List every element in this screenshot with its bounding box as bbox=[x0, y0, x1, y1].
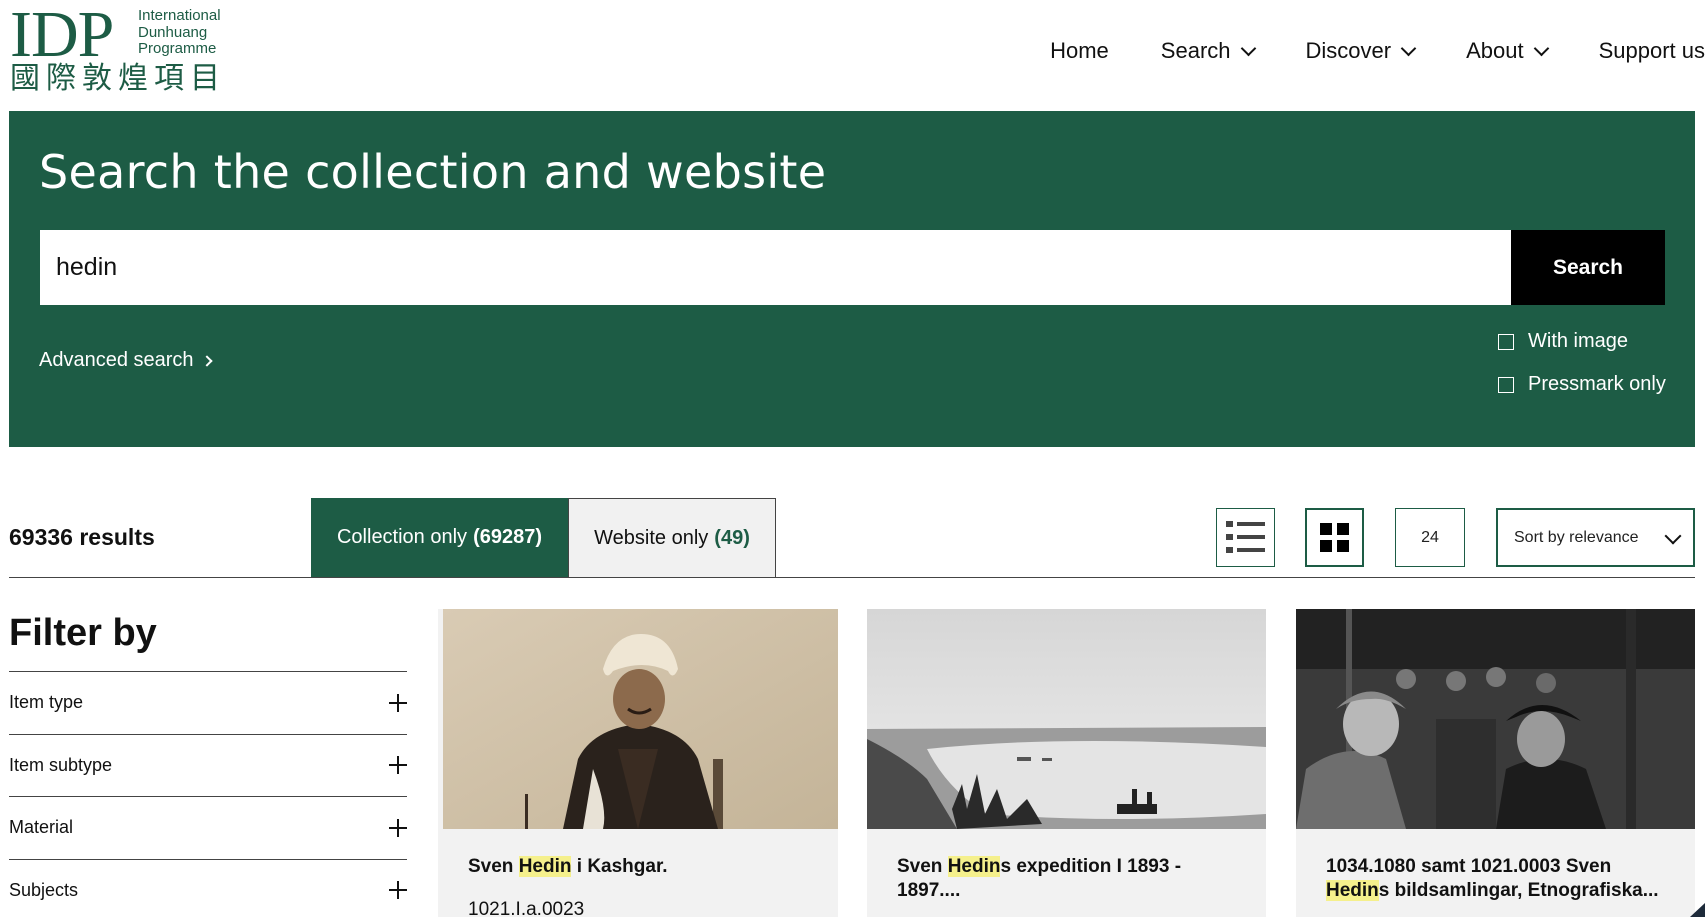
tab-collection-label: Collection only bbox=[336, 526, 468, 548]
result-title[interactable]: Sven Hedin i Kashgar. bbox=[468, 855, 813, 879]
logo-line-1: International bbox=[138, 7, 221, 24]
filter-label: Material bbox=[9, 817, 74, 838]
filter-item-subtype[interactable]: Item subtype bbox=[9, 733, 407, 797]
search-panel: Search the collection and website Search… bbox=[9, 111, 1695, 447]
landscape-photo bbox=[867, 609, 1266, 829]
filter-label: Subjects bbox=[9, 879, 79, 900]
pressmark-only-checkbox[interactable]: Pressmark only bbox=[1498, 373, 1666, 396]
corner-triangle-icon bbox=[1690, 903, 1705, 917]
tab-website-only[interactable]: Website only (49) bbox=[568, 498, 776, 577]
tab-collection-count: (69287) bbox=[473, 526, 542, 548]
nav-search[interactable]: Search bbox=[1160, 38, 1256, 64]
plus-icon bbox=[389, 818, 407, 837]
list-view-button[interactable] bbox=[1216, 508, 1275, 567]
filter-subjects[interactable]: Subjects bbox=[9, 858, 407, 917]
search-highlight: Hedin bbox=[1326, 880, 1379, 901]
list-view-icon bbox=[1226, 521, 1265, 553]
nav-search-label: Search bbox=[1160, 38, 1231, 63]
nav-about[interactable]: About bbox=[1466, 38, 1549, 64]
site-header: IDP International Dunhuang Programme 國際敦… bbox=[0, 0, 1705, 110]
logo-line-2: Dunhuang bbox=[138, 23, 208, 41]
plus-icon bbox=[389, 693, 407, 712]
nav-support-label: Support us bbox=[1598, 38, 1705, 63]
logo-chinese: 國際敦煌項目 bbox=[10, 62, 226, 95]
result-card[interactable]: 1034.1080 samt 1021.0003 Sven Hedins bil… bbox=[1296, 609, 1695, 917]
title-text: Sven bbox=[468, 856, 519, 877]
sort-select[interactable]: Sort by relevance bbox=[1496, 508, 1695, 567]
logo-subtitle: International Dunhuang Programme bbox=[138, 7, 248, 58]
logo-wordmark: IDP bbox=[10, 0, 114, 71]
chevron-down-icon bbox=[1533, 40, 1549, 56]
nav-support[interactable]: Support us bbox=[1599, 38, 1705, 64]
title-text: 1034.1080 samt 1021.0003 Sven bbox=[1326, 856, 1612, 877]
title-text: i Kashgar. bbox=[571, 856, 668, 877]
plus-icon bbox=[389, 881, 407, 900]
title-text: s bildsamlingar, Etnografiska... bbox=[1378, 880, 1659, 901]
checkbox-box[interactable] bbox=[1498, 333, 1514, 350]
filter-material[interactable]: Material bbox=[9, 796, 407, 859]
result-image[interactable] bbox=[1296, 609, 1695, 829]
results-per-page-select[interactable]: 24 bbox=[1395, 508, 1465, 567]
filter-label: Item subtype bbox=[9, 754, 113, 775]
chevron-down-icon bbox=[1664, 527, 1682, 545]
results-toolbar: 69336 results Collection only (69287) We… bbox=[9, 498, 1695, 578]
group-photo bbox=[1296, 609, 1695, 829]
pressmark-only-label: Pressmark only bbox=[1528, 373, 1666, 395]
sort-label: Sort by relevance bbox=[1514, 528, 1639, 546]
search-highlight: Hedin bbox=[947, 856, 1001, 877]
title-text: Sven bbox=[897, 856, 948, 877]
filter-item-type[interactable]: Item type bbox=[9, 671, 407, 734]
nav-discover-label: Discover bbox=[1305, 38, 1392, 63]
nav-home-label: Home bbox=[1050, 38, 1109, 63]
nav-about-label: About bbox=[1466, 38, 1524, 63]
grid-view-icon bbox=[1320, 523, 1349, 552]
filter-list: Item type Item subtype Material Subjects bbox=[9, 671, 407, 917]
chevron-down-icon bbox=[1240, 40, 1256, 56]
nav-home[interactable]: Home bbox=[1050, 38, 1109, 64]
result-card[interactable]: Sven Hedin i Kashgar. 1021.I.a.0023 bbox=[438, 609, 838, 917]
search-panel-title: Search the collection and website bbox=[39, 145, 827, 199]
chevron-down-icon bbox=[1400, 40, 1417, 56]
search-input[interactable] bbox=[40, 230, 1511, 305]
result-title[interactable]: Sven Hedins expedition I 1893 - 1897.... bbox=[897, 855, 1242, 903]
result-image[interactable] bbox=[867, 609, 1266, 829]
advanced-search-link[interactable]: Advanced search bbox=[39, 349, 213, 372]
advanced-search-label: Advanced search bbox=[39, 349, 194, 371]
plus-icon bbox=[389, 756, 407, 775]
result-pressmark: 1021.I.a.0023 bbox=[468, 899, 585, 917]
tab-collection-only[interactable]: Collection only (69287) bbox=[311, 498, 568, 577]
results-count: 69336 results bbox=[9, 524, 155, 550]
logo-line-3: Programme bbox=[138, 40, 217, 57]
with-image-checkbox[interactable]: With image bbox=[1498, 330, 1628, 353]
chevron-right-icon bbox=[200, 354, 213, 367]
idp-logo[interactable]: IDP International Dunhuang Programme 國際敦… bbox=[10, 0, 240, 96]
search-highlight: Hedin bbox=[518, 856, 572, 877]
portrait-photo bbox=[443, 609, 838, 829]
result-card[interactable]: Sven Hedins expedition I 1893 - 1897.... bbox=[867, 609, 1266, 917]
result-image[interactable] bbox=[443, 609, 838, 829]
tab-website-label: Website only bbox=[594, 526, 709, 549]
with-image-label: With image bbox=[1528, 330, 1629, 352]
tab-website-count: (49) bbox=[714, 526, 750, 549]
result-title[interactable]: 1034.1080 samt 1021.0003 Sven Hedins bil… bbox=[1326, 855, 1671, 903]
filter-label: Item type bbox=[9, 692, 84, 713]
grid-view-button[interactable] bbox=[1305, 508, 1364, 567]
nav-discover[interactable]: Discover bbox=[1305, 38, 1417, 64]
search-button[interactable]: Search bbox=[1511, 230, 1665, 305]
main-nav: Home Search Discover About Support us bbox=[998, 34, 1705, 68]
checkbox-box[interactable] bbox=[1498, 376, 1514, 393]
filter-title: Filter by bbox=[9, 612, 157, 654]
